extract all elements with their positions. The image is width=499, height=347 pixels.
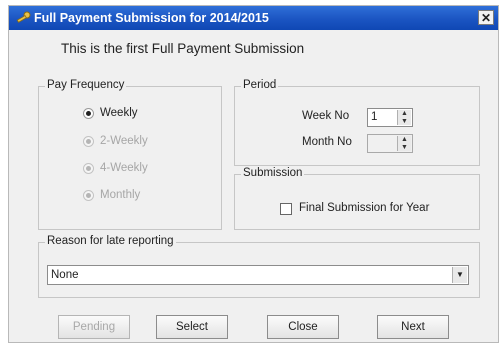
pending-button[interactable]: Pending xyxy=(58,315,130,339)
window-title: Full Payment Submission for 2014/2015 xyxy=(34,11,269,25)
radio-button-disabled[interactable] xyxy=(83,190,94,201)
close-button[interactable]: Close xyxy=(267,315,339,339)
final-submission-checkbox[interactable] xyxy=(280,203,292,215)
spin-down-icon[interactable]: ▼ xyxy=(398,118,411,125)
spin-down-icon[interactable]: ▼ xyxy=(398,144,411,151)
close-icon: ✕ xyxy=(480,11,492,25)
spinner-arrows[interactable]: ▲ ▼ xyxy=(397,136,411,151)
close-window-button[interactable]: ✕ xyxy=(478,10,494,25)
pay-frequency-group: Pay Frequency Weekly 2-Weekly 4-Weekly M… xyxy=(38,79,222,230)
month-no-label: Month No xyxy=(302,136,352,148)
select-button[interactable]: Select xyxy=(156,315,228,339)
radio-button-disabled[interactable] xyxy=(83,163,94,174)
final-submission-label: Final Submission for Year xyxy=(299,202,430,214)
late-reporting-value: None xyxy=(51,269,79,281)
month-no-spinner[interactable]: ▲ ▼ xyxy=(367,134,413,153)
week-no-label: Week No xyxy=(302,110,350,122)
radio-2-weekly-label: 2-Weekly xyxy=(100,135,148,147)
submission-label: Submission xyxy=(241,167,305,179)
chevron-down-icon[interactable]: ▼ xyxy=(452,267,467,283)
radio-monthly-label: Monthly xyxy=(100,189,141,201)
spin-up-icon[interactable]: ▲ xyxy=(398,136,411,143)
radio-4-weekly-label: 4-Weekly xyxy=(100,162,148,174)
spin-up-icon[interactable]: ▲ xyxy=(398,110,411,117)
week-no-value: 1 xyxy=(371,111,378,123)
key-icon xyxy=(16,11,31,23)
pay-frequency-label: Pay Frequency xyxy=(45,79,127,91)
radio-button-checked[interactable] xyxy=(83,108,94,119)
header-message: This is the first Full Payment Submissio… xyxy=(61,41,305,56)
radio-button-disabled[interactable] xyxy=(83,136,94,147)
period-label: Period xyxy=(241,79,279,91)
spinner-arrows[interactable]: ▲ ▼ xyxy=(397,110,411,125)
dialog-window: Full Payment Submission for 2014/2015 ✕ … xyxy=(8,5,499,343)
late-reporting-select[interactable]: None ▼ xyxy=(47,265,469,285)
period-group: Period Week No 1 ▲ ▼ Month No ▲ ▼ xyxy=(234,79,480,166)
submission-group: Submission Final Submission for Year xyxy=(234,167,480,230)
week-no-spinner[interactable]: 1 ▲ ▼ xyxy=(367,108,413,127)
late-reporting-label: Reason for late reporting xyxy=(45,235,176,247)
title-bar[interactable]: Full Payment Submission for 2014/2015 ✕ xyxy=(9,6,498,30)
radio-weekly-label: Weekly xyxy=(100,107,138,119)
next-button[interactable]: Next xyxy=(377,315,449,339)
